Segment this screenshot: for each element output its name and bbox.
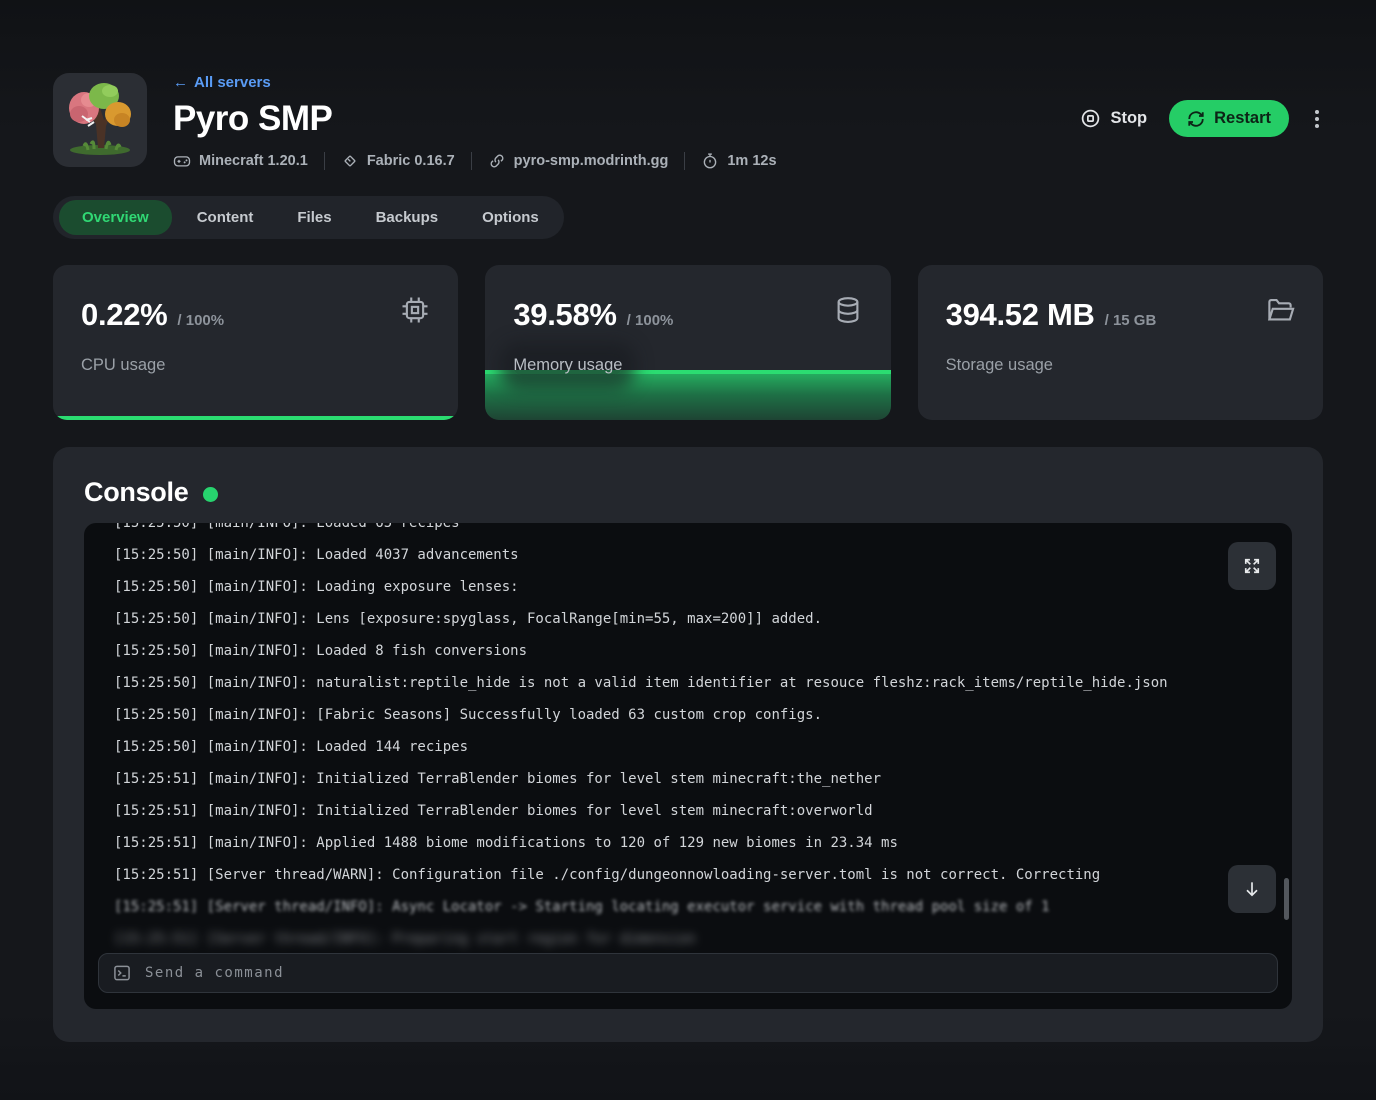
tab-backups[interactable]: Backups xyxy=(357,200,458,235)
restart-icon xyxy=(1187,110,1205,128)
console-log-line: [15:25:51] [Server thread/INFO]: Async L… xyxy=(114,891,1292,923)
meta-divider xyxy=(324,152,325,170)
back-to-all-servers-link[interactable]: ←All servers xyxy=(173,74,271,91)
meta-text: pyro-smp.modrinth.gg xyxy=(514,153,669,169)
storage-usage-card: 394.52 MB / 15 GB Storage usage xyxy=(918,265,1323,420)
link-icon xyxy=(488,152,506,170)
console-box: [15:25:50] [main/INFO]: Loaded 65 recipe… xyxy=(84,523,1292,1009)
console-log-line: [15:25:51] [main/INFO]: Initialized Terr… xyxy=(114,795,1292,827)
gamepad-icon xyxy=(173,152,191,170)
console-log-line: [15:25:51] [main/INFO]: Applied 1488 bio… xyxy=(114,827,1292,859)
arrow-down-icon xyxy=(1242,879,1262,899)
storage-usage-label: Storage usage xyxy=(946,356,1053,375)
server-header: ←All servers Pyro SMP Minecraft 1.20.1 Fa… xyxy=(53,73,1323,170)
console-title-row: Console xyxy=(84,477,1292,508)
console-log-line: [15:25:50] [main/INFO]: [Fabric Seasons]… xyxy=(114,699,1292,731)
tree-logo-icon xyxy=(58,78,142,162)
console-card: Console [15:25:50] [main/INFO]: Loaded 6… xyxy=(53,447,1323,1042)
console-log-line: [15:25:50] [main/INFO]: Loaded 65 recipe… xyxy=(114,523,1292,539)
database-icon xyxy=(833,295,863,330)
tab-options[interactable]: Options xyxy=(463,200,558,235)
memory-usage-card: 39.58% / 100% Memory usage xyxy=(485,265,890,420)
command-input[interactable] xyxy=(145,965,1264,981)
cpu-usage-label: CPU usage xyxy=(81,356,165,375)
console-log-line: [15:25:50] [main/INFO]: Loading exposure… xyxy=(114,571,1292,603)
memory-usage-value: 39.58% xyxy=(513,297,616,333)
cpu-usage-total: / 100% xyxy=(177,312,224,329)
expand-console-button[interactable] xyxy=(1228,542,1276,590)
memory-usage-label: Memory usage xyxy=(513,356,622,375)
kebab-icon xyxy=(1315,110,1319,114)
loader-icon xyxy=(341,152,359,170)
header-actions: Stop Restart xyxy=(1080,73,1323,137)
server-meta-item: 1m 12s xyxy=(701,152,776,170)
meta-text: 1m 12s xyxy=(727,153,776,169)
console-log-line: [15:25:50] [main/INFO]: naturalist:repti… xyxy=(114,667,1292,699)
storage-usage-total: / 15 GB xyxy=(1105,312,1157,329)
server-page: ←All servers Pyro SMP Minecraft 1.20.1 Fa… xyxy=(0,0,1376,1042)
cpu-usage-meter xyxy=(53,416,458,420)
meta-divider xyxy=(471,152,472,170)
console-log-line: [15:25:51] [Server thread/INFO]: Prepari… xyxy=(114,923,1292,953)
timer-icon xyxy=(701,152,719,170)
tab-overview[interactable]: Overview xyxy=(59,200,172,235)
fullscreen-icon xyxy=(1242,556,1262,576)
scroll-to-bottom-button[interactable] xyxy=(1228,865,1276,913)
tab-files[interactable]: Files xyxy=(278,200,350,235)
console-log-line: [15:25:50] [main/INFO]: Loaded 8 fish co… xyxy=(114,635,1292,667)
meta-text: Minecraft 1.20.1 xyxy=(199,153,308,169)
meta-text: Fabric 0.16.7 xyxy=(367,153,455,169)
server-info: ←All servers Pyro SMP Minecraft 1.20.1 Fa… xyxy=(173,73,777,170)
meta-divider xyxy=(684,152,685,170)
cpu-usage-value: 0.22% xyxy=(81,297,167,333)
command-row xyxy=(98,953,1278,993)
console-scrollbar-thumb[interactable] xyxy=(1284,878,1289,920)
memory-usage-meter xyxy=(485,370,890,420)
console-log-line: [15:25:50] [main/INFO]: Lens [exposure:s… xyxy=(114,603,1292,635)
console-log-line: [15:25:51] [main/INFO]: Initialized Terr… xyxy=(114,763,1292,795)
server-avatar xyxy=(53,73,147,167)
command-input-wrap xyxy=(98,953,1278,993)
storage-usage-value: 394.52 MB xyxy=(946,297,1095,333)
folder-icon xyxy=(1265,295,1295,330)
tab-content[interactable]: Content xyxy=(178,200,273,235)
console-log-line: [15:25:51] [Server thread/WARN]: Configu… xyxy=(114,859,1292,891)
stats-row: 0.22% / 100% CPU usage 39.58% / 100% Memory u… xyxy=(53,265,1323,420)
cpu-usage-card: 0.22% / 100% CPU usage xyxy=(53,265,458,420)
stop-circle-icon xyxy=(1080,108,1101,129)
stop-button[interactable]: Stop xyxy=(1080,108,1147,129)
console-title: Console xyxy=(84,477,188,508)
server-meta-item: Minecraft 1.20.1 xyxy=(173,152,308,170)
restart-button[interactable]: Restart xyxy=(1169,100,1289,137)
console-log-line: [15:25:50] [main/INFO]: Loaded 144 recip… xyxy=(114,731,1292,763)
console-log-line: [15:25:50] [main/INFO]: Loaded 4037 adva… xyxy=(114,539,1292,571)
server-meta-row: Minecraft 1.20.1 Fabric 0.16.7 pyro-smp.mo… xyxy=(173,152,777,170)
terminal-icon xyxy=(112,963,132,983)
more-options-button[interactable] xyxy=(1311,106,1323,132)
server-meta-item[interactable]: pyro-smp.modrinth.gg xyxy=(488,152,669,170)
cpu-icon xyxy=(400,295,430,330)
page-title: Pyro SMP xyxy=(173,99,777,139)
back-arrow-icon: ← xyxy=(173,74,188,91)
online-status-dot xyxy=(203,487,218,502)
console-log-area: [15:25:50] [main/INFO]: Loaded 65 recipe… xyxy=(84,523,1292,953)
server-meta-item: Fabric 0.16.7 xyxy=(341,152,455,170)
tabs-bar: OverviewContentFilesBackupsOptions xyxy=(53,196,564,239)
memory-usage-total: / 100% xyxy=(627,312,674,329)
